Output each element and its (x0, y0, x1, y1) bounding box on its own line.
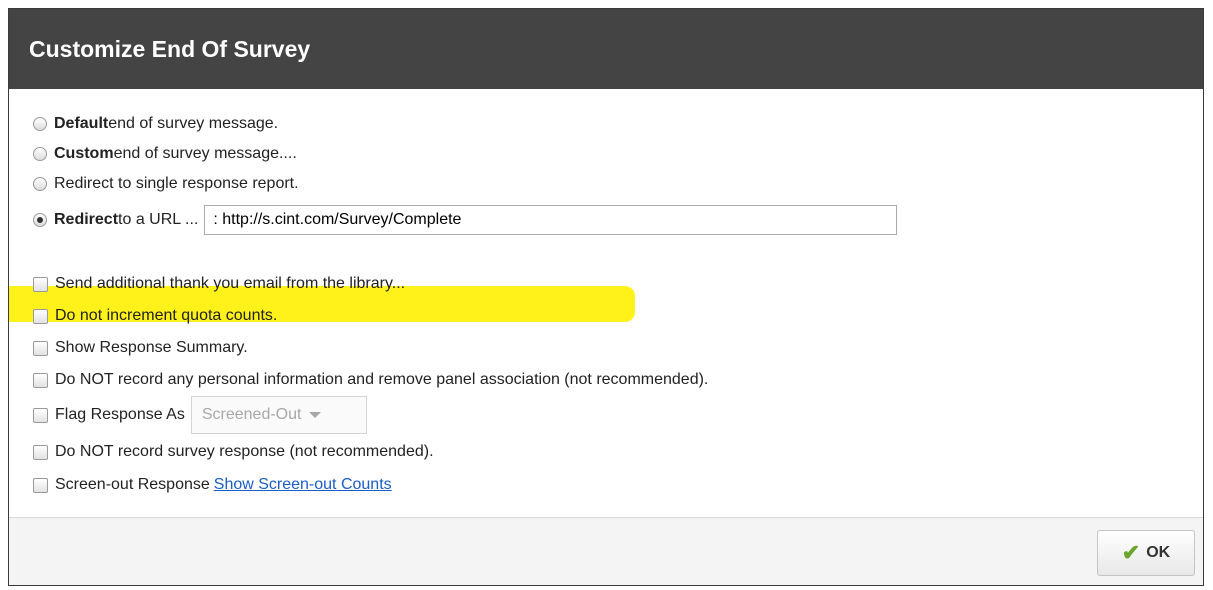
checkbox-show-response-summary[interactable]: Show Response Summary. (33, 339, 248, 357)
checkbox-label: Show Response Summary. (55, 339, 248, 356)
checkbox-label: Send additional thank you email from the… (55, 275, 406, 292)
checkbox-screen-out-response[interactable]: Screen-out Response Show Screen-out Coun… (33, 476, 392, 494)
dialog-titlebar: Customize End Of Survey (9, 9, 1203, 89)
checkbox-flag-response[interactable]: Flag Response As Screened-Out (33, 396, 367, 434)
checkbox[interactable] (33, 477, 48, 493)
radio-label-bold: Custom (54, 145, 114, 162)
customize-end-of-survey-dialog: Customize End Of Survey Default end of s… (8, 8, 1204, 586)
radio-label: Redirect to single response report. (54, 175, 299, 192)
ok-button-label: OK (1146, 544, 1171, 561)
radio-label-bold: Default (54, 115, 109, 132)
checkbox-label: Screen-out Response (55, 476, 210, 493)
radio-label: end of survey message. (108, 115, 279, 132)
radio-single-response-report[interactable]: Redirect to single response report. (33, 175, 299, 193)
dialog-title: Customize End Of Survey (29, 35, 311, 62)
checkbox[interactable] (33, 444, 48, 460)
radio-redirect-url[interactable]: Redirect to a URL ... (33, 205, 898, 235)
checkbox-label: Do not increment quota counts. (55, 307, 278, 324)
checkbox[interactable] (33, 276, 48, 292)
checkbox[interactable] (33, 407, 48, 423)
radio-custom-message[interactable]: Custom end of survey message.... (33, 145, 297, 163)
radio-button[interactable] (33, 147, 47, 161)
radio-button-selected[interactable] (33, 213, 47, 227)
checkbox[interactable] (33, 372, 48, 388)
select-value: Screened-Out (201, 406, 302, 423)
radio-label: to a URL ... (118, 211, 199, 228)
ok-button[interactable]: ✔ OK (1097, 530, 1195, 576)
dialog-body: Default end of survey message. Custom en… (9, 89, 1203, 519)
checkbox-no-quota-increment[interactable]: Do not increment quota counts. (33, 307, 277, 325)
radio-default-message[interactable]: Default end of survey message. (33, 115, 278, 133)
checkbox[interactable] (33, 340, 48, 356)
flag-response-select[interactable]: Screened-Out (190, 396, 367, 434)
checkbox[interactable] (33, 308, 48, 324)
checkbox-label: Do NOT record any personal information a… (55, 371, 709, 388)
checkbox-send-thank-you-email[interactable]: Send additional thank you email from the… (33, 275, 405, 293)
checkmark-icon: ✔ (1121, 540, 1141, 565)
radio-button[interactable] (33, 117, 47, 131)
radio-button[interactable] (33, 177, 47, 191)
dialog-footer: ✔ OK (9, 517, 1203, 585)
checkbox-no-personal-info[interactable]: Do NOT record any personal information a… (33, 371, 708, 389)
radio-label-bold: Redirect (54, 211, 119, 228)
redirect-url-input[interactable] (204, 205, 898, 235)
checkbox-no-record-response[interactable]: Do NOT record survey response (not recom… (33, 443, 434, 461)
checkbox-label: Do NOT record survey response (not recom… (55, 443, 434, 460)
checkbox-label: Flag Response As (55, 406, 185, 423)
chevron-down-icon (309, 412, 322, 418)
show-screen-out-counts-link[interactable]: Show Screen-out Counts (214, 476, 392, 494)
radio-label: end of survey message.... (113, 145, 297, 162)
